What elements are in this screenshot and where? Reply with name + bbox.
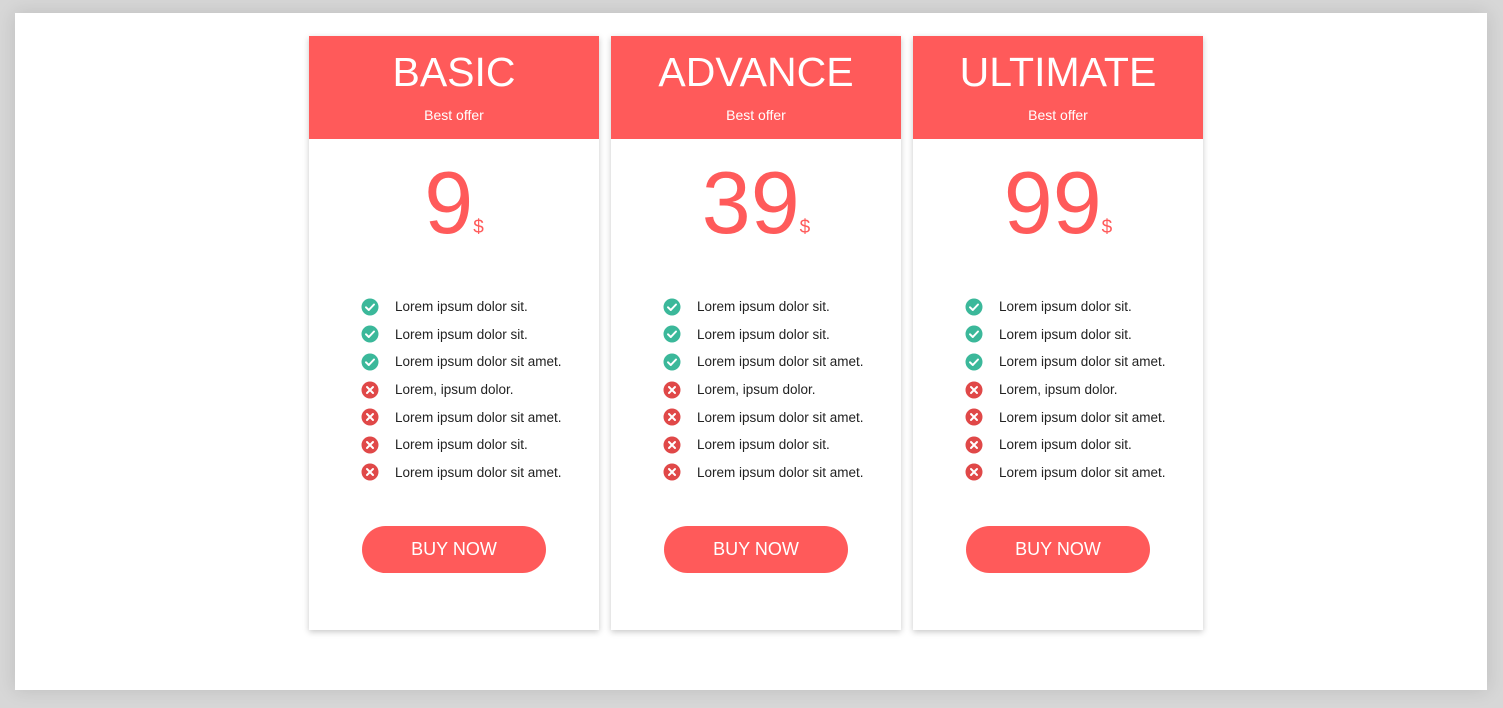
check-icon (965, 353, 983, 371)
check-icon (663, 325, 681, 343)
plan-name: ULTIMATE (959, 49, 1157, 95)
pricing-page: BASIC Best offer 9$ Lorem ipsum dolor si… (15, 13, 1487, 690)
feature-item: Lorem, ipsum dolor. (965, 376, 1203, 404)
price-amount: 9 (424, 153, 474, 252)
feature-item: Lorem ipsum dolor sit amet. (965, 348, 1203, 376)
feature-text: Lorem ipsum dolor sit amet. (697, 354, 864, 370)
buy-now-button[interactable]: BUY NOW (362, 526, 546, 573)
feature-text: Lorem ipsum dolor sit. (697, 326, 830, 342)
check-icon (361, 325, 379, 343)
cross-icon (663, 436, 681, 454)
price: 99$ (913, 155, 1203, 251)
feature-item: Lorem ipsum dolor sit. (965, 321, 1203, 349)
feature-text: Lorem ipsum dolor sit amet. (999, 354, 1166, 370)
check-icon (965, 325, 983, 343)
card-header: ADVANCE Best offer (611, 36, 901, 139)
plan-name: BASIC (392, 49, 516, 95)
feature-item: Lorem ipsum dolor sit amet. (663, 459, 901, 487)
feature-text: Lorem ipsum dolor sit amet. (697, 464, 864, 480)
feature-text: Lorem ipsum dolor sit amet. (999, 464, 1166, 480)
feature-text: Lorem ipsum dolor sit amet. (999, 409, 1166, 425)
price-currency: $ (799, 217, 811, 238)
feature-item: Lorem ipsum dolor sit amet. (663, 403, 901, 431)
price-amount: 99 (1003, 153, 1102, 252)
feature-item: Lorem ipsum dolor sit. (965, 431, 1203, 459)
feature-item: Lorem ipsum dolor sit amet. (361, 348, 599, 376)
price-amount: 39 (701, 153, 800, 252)
feature-text: Lorem ipsum dolor sit amet. (395, 409, 562, 425)
feature-list: Lorem ipsum dolor sit. Lorem ipsum dolor… (361, 293, 599, 486)
feature-list: Lorem ipsum dolor sit. Lorem ipsum dolor… (663, 293, 901, 486)
buy-now-button[interactable]: BUY NOW (664, 526, 848, 573)
feature-item: Lorem ipsum dolor sit. (361, 321, 599, 349)
card-header: ULTIMATE Best offer (913, 36, 1203, 139)
price: 39$ (611, 155, 901, 251)
price: 9$ (309, 155, 599, 251)
feature-text: Lorem, ipsum dolor. (697, 382, 816, 398)
feature-text: Lorem ipsum dolor sit amet. (697, 409, 864, 425)
feature-text: Lorem ipsum dolor sit amet. (395, 464, 562, 480)
cross-icon (361, 381, 379, 399)
cross-icon (361, 408, 379, 426)
check-icon (663, 353, 681, 371)
feature-text: Lorem ipsum dolor sit. (697, 437, 830, 453)
cross-icon (663, 408, 681, 426)
pricing-card-advance: ADVANCE Best offer 39$ Lorem ipsum dolor… (611, 36, 901, 630)
feature-text: Lorem ipsum dolor sit. (697, 299, 830, 315)
feature-text: Lorem, ipsum dolor. (999, 382, 1118, 398)
check-icon (663, 298, 681, 316)
cross-icon (965, 381, 983, 399)
feature-item: Lorem, ipsum dolor. (361, 376, 599, 404)
check-icon (361, 353, 379, 371)
check-icon (965, 298, 983, 316)
plan-subtitle: Best offer (726, 107, 786, 123)
cross-icon (965, 408, 983, 426)
feature-text: Lorem ipsum dolor sit. (999, 326, 1132, 342)
feature-list: Lorem ipsum dolor sit. Lorem ipsum dolor… (965, 293, 1203, 486)
feature-item: Lorem ipsum dolor sit amet. (663, 348, 901, 376)
cross-icon (361, 436, 379, 454)
feature-item: Lorem ipsum dolor sit. (663, 431, 901, 459)
feature-text: Lorem ipsum dolor sit. (999, 299, 1132, 315)
buy-now-button[interactable]: BUY NOW (966, 526, 1150, 573)
feature-text: Lorem ipsum dolor sit amet. (395, 354, 562, 370)
feature-text: Lorem, ipsum dolor. (395, 382, 514, 398)
check-icon (361, 298, 379, 316)
card-header: BASIC Best offer (309, 36, 599, 139)
feature-item: Lorem ipsum dolor sit. (663, 293, 901, 321)
price-currency: $ (1101, 217, 1113, 238)
feature-item: Lorem ipsum dolor sit. (361, 293, 599, 321)
cross-icon (361, 463, 379, 481)
feature-item: Lorem ipsum dolor sit. (965, 293, 1203, 321)
pricing-card-ultimate: ULTIMATE Best offer 99$ Lorem ipsum dolo… (913, 36, 1203, 630)
plan-subtitle: Best offer (1028, 107, 1088, 123)
cross-icon (965, 436, 983, 454)
cross-icon (663, 463, 681, 481)
feature-item: Lorem ipsum dolor sit amet. (361, 459, 599, 487)
feature-text: Lorem ipsum dolor sit. (395, 326, 528, 342)
feature-text: Lorem ipsum dolor sit. (395, 437, 528, 453)
plan-name: ADVANCE (658, 49, 854, 95)
feature-item: Lorem ipsum dolor sit. (663, 321, 901, 349)
feature-item: Lorem, ipsum dolor. (663, 376, 901, 404)
feature-text: Lorem ipsum dolor sit. (395, 299, 528, 315)
feature-item: Lorem ipsum dolor sit amet. (965, 459, 1203, 487)
cross-icon (663, 381, 681, 399)
price-currency: $ (473, 217, 484, 238)
feature-item: Lorem ipsum dolor sit amet. (361, 403, 599, 431)
pricing-card-basic: BASIC Best offer 9$ Lorem ipsum dolor si… (309, 36, 599, 630)
feature-item: Lorem ipsum dolor sit amet. (965, 403, 1203, 431)
cross-icon (965, 463, 983, 481)
plan-subtitle: Best offer (424, 107, 484, 123)
feature-text: Lorem ipsum dolor sit. (999, 437, 1132, 453)
feature-item: Lorem ipsum dolor sit. (361, 431, 599, 459)
